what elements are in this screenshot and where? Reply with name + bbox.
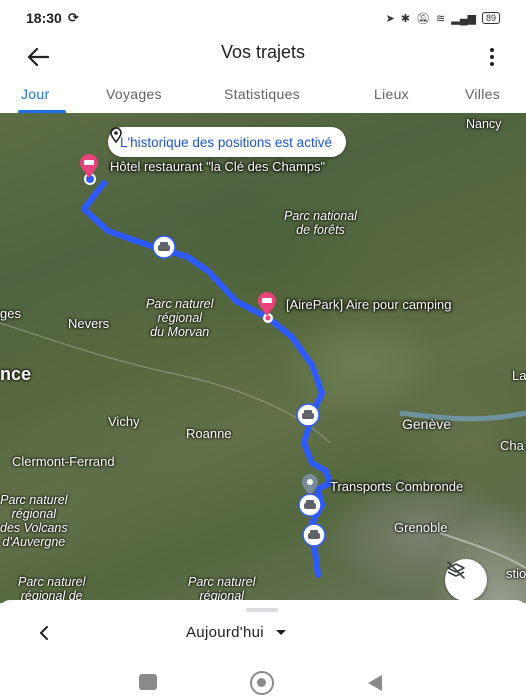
tab-cities[interactable]: Villes xyxy=(465,86,500,102)
dot-icon xyxy=(490,55,494,59)
status-right: ➤ ✱ 🔕︎ ≋ ▂▄▆ 89 xyxy=(386,12,500,25)
history-notice-text: L'historique des positions est activé xyxy=(120,134,332,150)
map-label-nce: nce xyxy=(0,364,32,384)
map-view[interactable]: Hôtel restaurant "la Clé des Champs" [Ai… xyxy=(0,113,526,603)
layers-toggle-button[interactable] xyxy=(445,559,487,601)
chevron-left-icon xyxy=(40,626,48,640)
map-label-parc-volcans: Parc naturel régional des Volcans d'Auve… xyxy=(0,493,68,549)
tab-places[interactable]: Lieux xyxy=(374,86,409,102)
car-icon[interactable] xyxy=(296,403,320,427)
sync-icon: ⟳ xyxy=(67,10,79,25)
map-label-parc-bottom-mid: Parc naturel régional xyxy=(188,575,256,603)
battery-indicator: 89 xyxy=(481,12,500,24)
map-label-stio: stio xyxy=(506,566,526,581)
bluetooth-icon: ✱ xyxy=(400,12,411,25)
tab-trips[interactable]: Voyages xyxy=(106,86,162,102)
signal-icon: ▂▄▆ xyxy=(451,12,476,25)
car-icon[interactable] xyxy=(152,235,176,259)
page-title: Vos trajets xyxy=(220,42,306,62)
route-line xyxy=(81,180,333,578)
map-label-vichy: Vichy xyxy=(108,414,140,429)
date-label: Aujourd'hui xyxy=(186,624,264,641)
previous-day-button[interactable] xyxy=(34,622,54,644)
map-label-ges: ges xyxy=(0,306,21,321)
mute-icon: 🔕︎ xyxy=(416,12,431,25)
place-label-camping[interactable]: [AirePark] Aire pour camping xyxy=(286,297,451,312)
home-button[interactable] xyxy=(250,671,274,695)
app-bar: Vos trajets xyxy=(0,36,526,78)
car-icon[interactable] xyxy=(302,523,326,547)
map-label-geneve: Genève xyxy=(402,416,452,432)
location-history-notice[interactable]: L'historique des positions est activé xyxy=(108,127,346,157)
status-time: 18:30 xyxy=(26,10,62,26)
hotel-pin-icon[interactable] xyxy=(78,153,100,179)
map-label-parc-forets: Parc national de forêts xyxy=(284,209,357,237)
bottom-sheet: Aujourd'hui xyxy=(0,600,526,662)
more-options-button[interactable] xyxy=(482,42,502,72)
system-back-button[interactable] xyxy=(368,675,382,691)
tab-bar: Jour Voyages Statistiques Lieux Villes xyxy=(0,78,526,112)
map-label-parc-bottom-left: Parc naturel régional de xyxy=(18,575,86,603)
sheet-drag-handle[interactable] xyxy=(246,608,278,612)
map-label-roanne: Roanne xyxy=(186,426,232,441)
status-left: 18:30 ⟳ xyxy=(26,10,79,26)
map-label-nevers: Nevers xyxy=(68,316,110,331)
date-selector[interactable]: Aujourd'hui xyxy=(186,624,286,641)
car-icon[interactable] xyxy=(298,493,322,517)
wifi-icon: ≋ xyxy=(436,12,446,25)
layers-off-icon xyxy=(447,561,465,579)
tab-statistics[interactable]: Statistiques xyxy=(224,86,300,102)
system-nav-bar xyxy=(0,662,526,700)
place-label-hotel[interactable]: Hôtel restaurant "la Clé des Champs" xyxy=(110,159,325,174)
map-label-cha: Cha xyxy=(500,438,524,453)
location-pin-icon xyxy=(110,127,122,143)
place-label-transport[interactable]: Transports Combronde xyxy=(330,479,463,494)
recents-button[interactable] xyxy=(139,674,157,690)
caret-down-icon xyxy=(275,630,286,635)
dot-icon xyxy=(490,48,494,52)
dot-icon xyxy=(490,62,494,66)
map-label-nancy: Nancy xyxy=(466,117,502,131)
status-bar: 18:30 ⟳ ➤ ✱ 🔕︎ ≋ ▂▄▆ 89 xyxy=(0,0,526,36)
location-icon: ➤ xyxy=(385,12,395,25)
map-label-clermont: Clermont-Ferrand xyxy=(12,454,115,469)
map-label-grenoble: Grenoble xyxy=(394,520,448,535)
map-label-la: La xyxy=(512,368,526,383)
tab-day[interactable]: Jour xyxy=(21,86,49,102)
camping-pin-icon[interactable] xyxy=(256,291,278,317)
map-label-parc-morvan: Parc naturel régional du Morvan xyxy=(146,297,214,339)
